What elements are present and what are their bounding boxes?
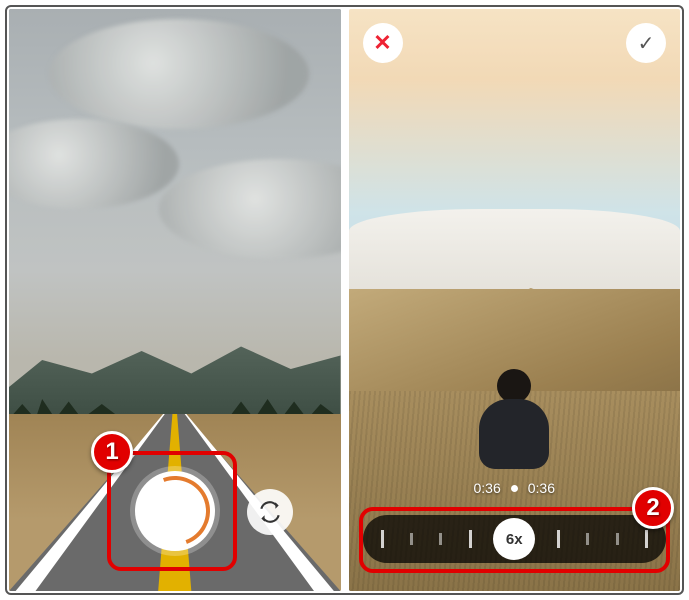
close-icon: ✕ [373,30,391,56]
speed-tick [645,530,648,548]
time-dot-icon [511,485,518,492]
switch-camera-button[interactable] [247,489,293,535]
person-silhouette [479,369,549,469]
speed-tick [439,533,442,545]
speed-slider[interactable]: 6x [363,515,667,563]
edit-speed-screen: ✕ ✓ 0:36 0:36 6x 2 [349,9,681,591]
speed-tick [557,530,560,548]
speed-tick [381,530,384,548]
time-end: 0:36 [528,480,555,496]
speed-tick [410,533,413,545]
speed-tick [469,530,472,548]
confirm-button[interactable]: ✓ [626,23,666,63]
speed-knob[interactable]: 6x [493,518,535,560]
time-start: 0:36 [474,480,501,496]
record-button[interactable] [135,471,215,551]
switch-camera-icon [257,499,283,525]
cloud [49,19,309,129]
tutorial-frame: 1 ✕ ✓ 0:36 0:36 [5,5,684,595]
camera-capture-screen: 1 [9,9,341,591]
speed-value: 6x [506,531,523,548]
speed-tick [586,533,589,545]
time-indicator: 0:36 0:36 [349,480,681,496]
speed-tick [616,533,619,545]
check-icon: ✓ [638,31,655,56]
cancel-button[interactable]: ✕ [363,23,403,63]
